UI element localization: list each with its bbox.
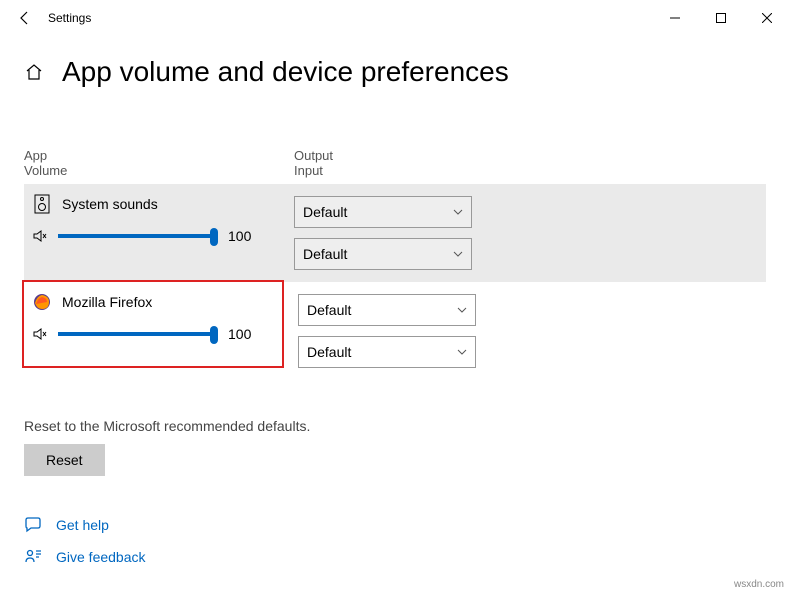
dropdown-value: Default (303, 204, 347, 220)
volume-value: 100 (228, 228, 256, 244)
column-headers: App Volume Output Input (24, 148, 766, 178)
dropdown-value: Default (303, 246, 347, 262)
chevron-down-icon (453, 209, 463, 215)
output-dropdown[interactable]: Default (298, 294, 476, 326)
input-dropdown[interactable]: Default (294, 238, 472, 270)
back-button[interactable] (10, 3, 40, 33)
dropdown-value: Default (307, 344, 351, 360)
maximize-button[interactable] (698, 2, 744, 34)
app-row-mozilla-firefox: Mozilla Firefox 100 (22, 280, 284, 368)
speaker-device-icon (32, 194, 52, 214)
chevron-down-icon (457, 307, 467, 313)
reset-section: Reset to the Microsoft recommended defau… (24, 418, 766, 476)
close-icon (762, 13, 772, 23)
col-header-volume: Volume (24, 163, 294, 178)
mute-icon[interactable] (32, 326, 48, 342)
col-header-input: Input (294, 163, 484, 178)
chevron-down-icon (457, 349, 467, 355)
app-name: Mozilla Firefox (62, 294, 152, 310)
content: App Volume Output Input System sounds 10… (0, 98, 790, 566)
window-controls (652, 2, 790, 34)
arrow-left-icon (17, 10, 33, 26)
home-icon[interactable] (24, 62, 44, 82)
links-section: Get help Give feedback (24, 516, 766, 566)
mute-icon[interactable] (32, 228, 48, 244)
app-title: Settings (48, 11, 91, 25)
minimize-button[interactable] (652, 2, 698, 34)
input-dropdown[interactable]: Default (298, 336, 476, 368)
dropdown-value: Default (307, 302, 351, 318)
app-row-system-sounds: System sounds 100 Default Default (24, 184, 766, 282)
chevron-down-icon (453, 251, 463, 257)
watermark: wsxdn.com (734, 579, 784, 590)
reset-button[interactable]: Reset (24, 444, 105, 476)
volume-value: 100 (228, 326, 256, 342)
col-header-output: Output (294, 148, 484, 163)
reset-description: Reset to the Microsoft recommended defau… (24, 418, 766, 434)
page-title: App volume and device preferences (62, 56, 509, 88)
output-dropdown[interactable]: Default (294, 196, 472, 228)
get-help-link[interactable]: Get help (56, 517, 109, 533)
maximize-icon (716, 13, 726, 23)
app-name: System sounds (62, 196, 158, 212)
firefox-icon (32, 292, 52, 312)
minimize-icon (670, 13, 680, 23)
chat-icon (24, 516, 42, 534)
header: App volume and device preferences (0, 36, 790, 98)
close-button[interactable] (744, 2, 790, 34)
volume-slider[interactable] (58, 324, 218, 344)
titlebar: Settings (0, 0, 790, 36)
feedback-icon (24, 548, 42, 566)
give-feedback-link[interactable]: Give feedback (56, 549, 146, 565)
volume-slider[interactable] (58, 226, 218, 246)
col-header-app: App (24, 148, 294, 163)
